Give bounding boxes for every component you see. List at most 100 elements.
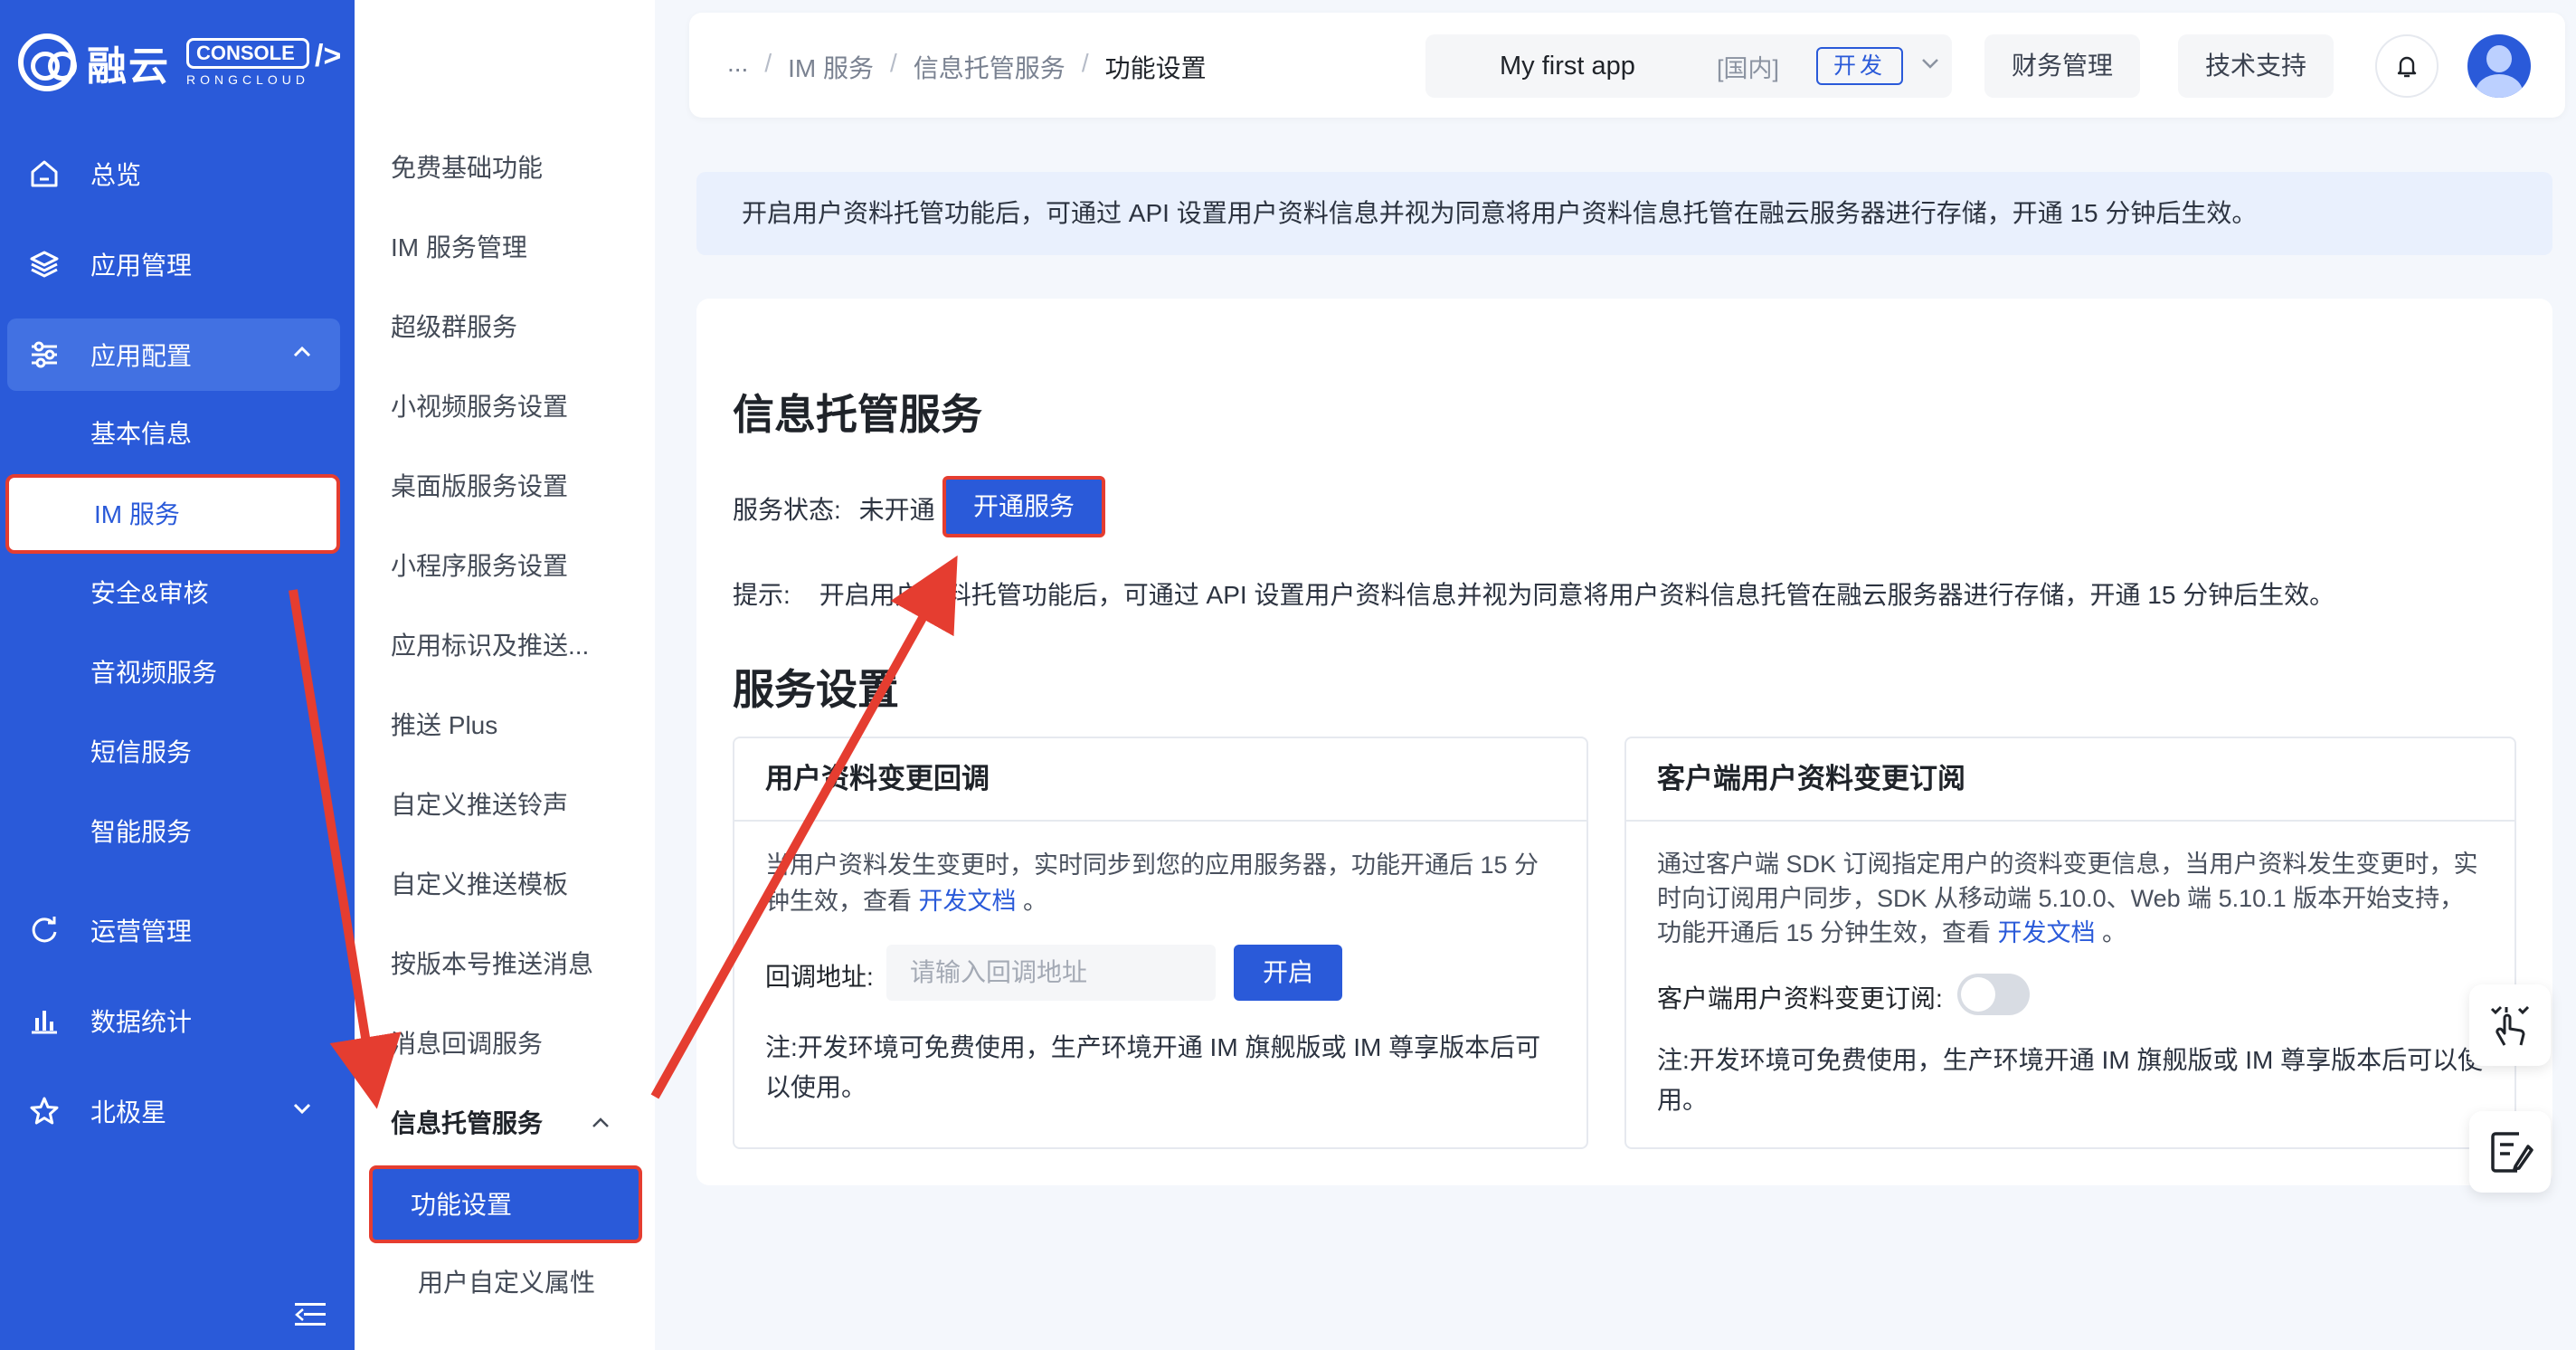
submenu-item-user-attributes[interactable]: 用户自定义属性 bbox=[418, 1256, 595, 1310]
status-label: 服务状态: bbox=[733, 496, 841, 524]
nav-item-app-config[interactable]: 应用配置 bbox=[7, 318, 340, 391]
subscription-desc-end: 。 bbox=[2095, 919, 2127, 946]
nav-sub-rtc-service[interactable]: 音视频服务 bbox=[90, 646, 217, 700]
callback-description: 当用户资料发生变更时，实时同步到您的应用服务器，功能开通后 15 分钟生效，查看… bbox=[765, 847, 1559, 919]
breadcrumb-separator: / bbox=[1081, 49, 1089, 77]
breadcrumb-current: 功能设置 bbox=[1104, 54, 1207, 82]
nav-item-label: 北极星 bbox=[90, 1098, 167, 1127]
submenu-item[interactable]: 按版本号推送消息 bbox=[391, 937, 593, 992]
breadcrumb-item[interactable]: IM 服务 bbox=[788, 49, 874, 85]
primary-sidebar: 融云 CONSOLE RONGCLOUD /> 总览 应用管理 应用配置 基本信… bbox=[0, 0, 355, 1350]
submenu-item[interactable]: 自定义推送铃声 bbox=[391, 778, 568, 832]
nav-item-polaris[interactable]: 北极星 bbox=[0, 1075, 355, 1147]
secondary-sidebar: 免费基础功能 IM 服务管理 超级群服务 小视频服务设置 桌面版服务设置 小程序… bbox=[355, 0, 655, 1350]
callback-doc-link[interactable]: 开发文档 bbox=[919, 888, 1017, 915]
chevron-up-icon[interactable] bbox=[590, 1111, 611, 1140]
nav-item-label: 总览 bbox=[90, 161, 142, 189]
brand-slash-icon: /> bbox=[315, 38, 342, 73]
nav-item-label: 运营管理 bbox=[90, 917, 193, 946]
submenu-item[interactable]: 消息回调服务 bbox=[391, 1017, 543, 1071]
subscription-toggle[interactable] bbox=[1957, 974, 2030, 1015]
subscription-panel: 客户端用户资料变更订阅 通过客户端 SDK 订阅指定用户的资料变更信息，当用户资… bbox=[1624, 737, 2516, 1149]
submenu-group-info-hosting[interactable]: 信息托管服务 bbox=[391, 1097, 543, 1151]
subscription-panel-title: 客户端用户资料变更订阅 bbox=[1626, 738, 2514, 822]
subscription-description: 通过客户端 SDK 订阅指定用户的资料变更信息，当用户资料发生变更时，实时向订阅… bbox=[1657, 847, 2487, 950]
brand-name: 融云 bbox=[87, 44, 170, 89]
nav-sub-security-audit[interactable]: 安全&审核 bbox=[90, 566, 209, 621]
nav-item-statistics[interactable]: 数据统计 bbox=[0, 984, 355, 1057]
breadcrumb-item[interactable]: ... bbox=[727, 49, 748, 85]
callback-desc-end: 。 bbox=[1016, 888, 1048, 915]
nav-item-overview[interactable]: 总览 bbox=[0, 138, 355, 210]
callback-panel: 用户资料变更回调 当用户资料发生变更时，实时同步到您的应用服务器，功能开通后 1… bbox=[733, 737, 1588, 1149]
sliders-icon bbox=[29, 339, 60, 370]
refresh-icon bbox=[29, 915, 60, 946]
tip-body: 开启用户资料托管功能后，可通过 API 设置用户资料信息并视为同意将用户资料信息… bbox=[819, 581, 2335, 609]
nav-sub-im-service[interactable]: IM 服务 bbox=[5, 474, 340, 554]
collapse-sidebar-icon[interactable] bbox=[295, 1301, 326, 1328]
submenu-item[interactable]: 小视频服务设置 bbox=[391, 380, 568, 434]
app-env-badge: 开发 bbox=[1816, 47, 1903, 85]
info-notice: 开启用户资料托管功能后，可通过 API 设置用户资料信息并视为同意将用户资料信息… bbox=[696, 172, 2552, 255]
submenu-item[interactable]: 免费基础功能 bbox=[391, 141, 543, 195]
submenu-item[interactable]: 小程序服务设置 bbox=[391, 539, 568, 594]
brand-console: CONSOLE bbox=[186, 38, 310, 69]
app-switcher[interactable]: My first app [国内] 开发 bbox=[1425, 34, 1952, 98]
subscription-note: 注:开发环境可免费使用，生产环境开通 IM 旗舰版或 IM 尊享版本后可以使用。 bbox=[1657, 1046, 2484, 1114]
chevron-up-icon bbox=[291, 340, 313, 369]
brand-logo[interactable]: 融云 CONSOLE RONGCLOUD /> bbox=[18, 31, 341, 94]
layers-icon bbox=[29, 249, 60, 280]
nav-sub-sms-service[interactable]: 短信服务 bbox=[90, 726, 192, 780]
chevron-down-icon bbox=[1919, 52, 1941, 81]
nav-sub-ai-service[interactable]: 智能服务 bbox=[90, 805, 192, 860]
nav-item-label: 数据统计 bbox=[90, 1008, 193, 1036]
subscription-toggle-label: 客户端用户资料变更订阅: bbox=[1657, 984, 1943, 1012]
user-avatar[interactable] bbox=[2467, 34, 2531, 98]
tip-text: 提示: 开启用户资料托管功能后，可通过 API 设置用户资料信息并视为同意将用户资… bbox=[733, 575, 2334, 612]
callback-panel-title: 用户资料变更回调 bbox=[734, 738, 1586, 822]
callback-note: 注:开发环境可免费使用，生产环境开通 IM 旗舰版或 IM 尊享版本后可以使用。 bbox=[765, 1033, 1541, 1101]
top-header: ... / IM 服务 / 信息托管服务 / 功能设置 My first app… bbox=[689, 13, 2565, 118]
submenu-item[interactable]: 应用标识及推送... bbox=[391, 619, 589, 673]
nav-item-operations[interactable]: 运营管理 bbox=[0, 894, 355, 966]
status-value: 未开通 bbox=[858, 496, 935, 524]
submenu-item[interactable]: 自定义推送模板 bbox=[391, 858, 568, 912]
submenu-item[interactable]: 桌面版服务设置 bbox=[391, 460, 568, 514]
feedback-edit-icon[interactable] bbox=[2469, 1111, 2551, 1193]
breadcrumb-item[interactable]: 信息托管服务 bbox=[914, 49, 1065, 85]
callback-desc-text: 当用户资料发生变更时，实时同步到您的应用服务器，功能开通后 15 分钟生效，查看 bbox=[765, 851, 1539, 915]
open-service-button[interactable]: 开通服务 bbox=[942, 476, 1105, 537]
gesture-help-icon[interactable] bbox=[2469, 984, 2551, 1066]
finance-button[interactable]: 财务管理 bbox=[1984, 34, 2140, 98]
page-title: 信息托管服务 bbox=[733, 391, 982, 438]
subscription-doc-link[interactable]: 开发文档 bbox=[1998, 919, 2096, 946]
bar-chart-icon bbox=[29, 1005, 60, 1036]
rongcloud-logo-icon bbox=[18, 33, 77, 91]
submenu-item[interactable]: IM 服务管理 bbox=[391, 221, 527, 275]
notification-bell-icon[interactable] bbox=[2375, 34, 2439, 98]
submenu-item-feature-settings[interactable]: 功能设置 bbox=[369, 1165, 642, 1243]
app-region: [国内] bbox=[1717, 54, 1780, 82]
service-status: 服务状态: 未开通 bbox=[733, 490, 935, 527]
nav-item-label: 应用配置 bbox=[90, 342, 193, 370]
tip-label: 提示: bbox=[733, 581, 791, 609]
main-card: 信息托管服务 服务状态: 未开通 开通服务 提示: 开启用户资料托管功能后，可通过… bbox=[696, 299, 2552, 1185]
submenu-item[interactable]: 推送 Plus bbox=[391, 699, 497, 753]
breadcrumb: ... / IM 服务 / 信息托管服务 / 功能设置 bbox=[727, 49, 1207, 85]
nav-sub-basic-info[interactable]: 基本信息 bbox=[90, 407, 192, 461]
brand-sub: RONGCLOUD bbox=[186, 72, 310, 87]
breadcrumb-separator: / bbox=[764, 49, 772, 77]
enable-callback-button[interactable]: 开启 bbox=[1234, 945, 1342, 1001]
callback-url-label: 回调地址: bbox=[765, 963, 874, 991]
chevron-down-icon bbox=[291, 1097, 313, 1126]
home-icon bbox=[29, 158, 60, 189]
app-name: My first app bbox=[1500, 51, 1635, 81]
star-icon bbox=[29, 1096, 60, 1127]
support-button[interactable]: 技术支持 bbox=[2178, 34, 2334, 98]
breadcrumb-separator: / bbox=[890, 49, 897, 77]
callback-url-input[interactable]: 请输入回调地址 bbox=[886, 945, 1216, 1001]
settings-title: 服务设置 bbox=[733, 666, 899, 713]
submenu-item[interactable]: 超级群服务 bbox=[391, 300, 517, 355]
nav-item-label: 应用管理 bbox=[90, 252, 193, 280]
nav-item-app-management[interactable]: 应用管理 bbox=[0, 228, 355, 300]
